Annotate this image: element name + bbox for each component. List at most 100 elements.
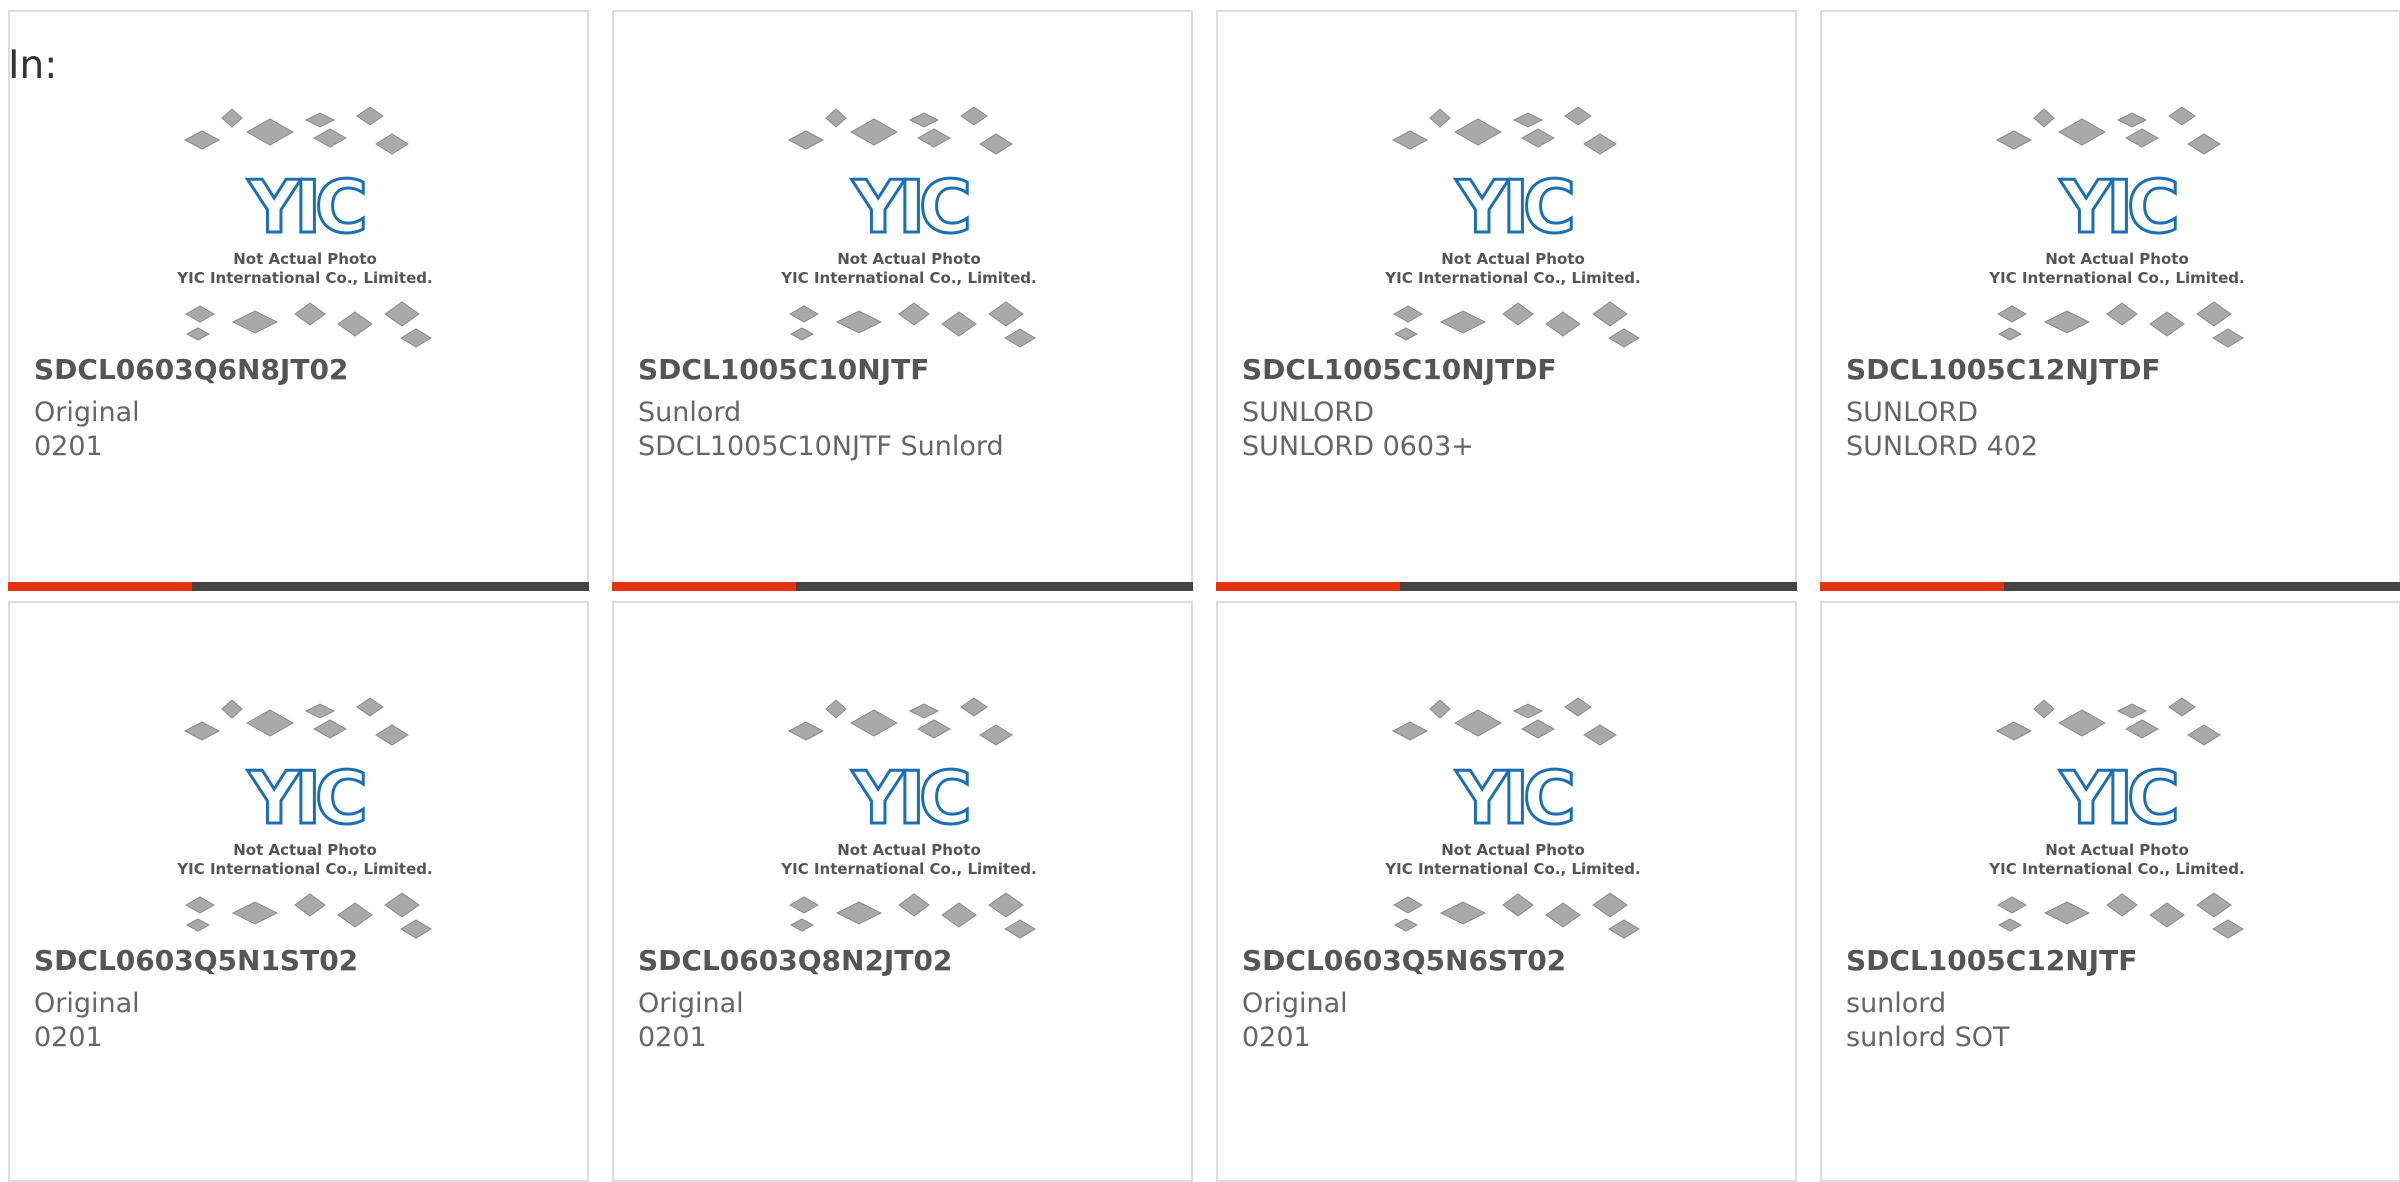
- product-card[interactable]: YIC Not Actual Photo YIC International Co.…: [8, 601, 589, 1182]
- product-card[interactable]: YIC Not Actual Photo YIC International Co.…: [1216, 601, 1797, 1182]
- chip-icon: [1502, 893, 1534, 917]
- chip-icon: [1608, 328, 1640, 348]
- chip-icon: [787, 130, 825, 150]
- chip-icon: [1392, 896, 1424, 914]
- part-number-link[interactable]: SDCL1005C12NJTF: [1846, 943, 2137, 979]
- yic-logo: YIC: [247, 165, 364, 249]
- card-bottom-bar: [1216, 582, 1797, 591]
- placeholder-image-icon: YICNot Actual PhotoYIC International Co.…: [1988, 697, 2245, 939]
- chip-icon: [2106, 302, 2138, 326]
- product-grid: YIC Not Actual Photo YIC International Co.…: [8, 10, 2400, 1182]
- product-thumbnail[interactable]: YIC Not Actual Photo YIC International Co.…: [170, 102, 440, 352]
- package-label: SUNLORD 0603+: [1242, 431, 1474, 462]
- chip-icon: [294, 893, 326, 917]
- chip-icon: [1004, 328, 1036, 348]
- product-card[interactable]: YIC Not Actual Photo YIC International Co.…: [1216, 10, 1797, 591]
- product-card[interactable]: YIC Not Actual Photo YIC International Co.…: [612, 601, 1193, 1182]
- not-actual-photo-caption: Not Actual Photo: [1441, 841, 1585, 859]
- chip-icon: [185, 918, 211, 932]
- chip-icon: [1439, 901, 1487, 925]
- placeholder-image-icon: YICNot Actual PhotoYIC International Co.…: [1384, 106, 1641, 348]
- chip-icon: [183, 721, 221, 741]
- card-accent-bar: [8, 582, 192, 591]
- part-number-link[interactable]: SDCL0603Q6N8JT02: [34, 352, 348, 388]
- package-label: 0201: [1242, 1022, 1311, 1053]
- chip-icon: [1996, 896, 2028, 914]
- placeholder-image-icon: YICNot Actual PhotoYIC International Co.…: [176, 106, 433, 348]
- not-actual-photo-caption: Not Actual Photo: [837, 250, 981, 268]
- chip-icon: [400, 919, 432, 939]
- card-accent-bar: [612, 582, 796, 591]
- manufacturer-label: Sunlord: [638, 397, 742, 428]
- chip-icon: [1004, 919, 1036, 939]
- product-thumbnail[interactable]: YIC Not Actual Photo YIC International Co.…: [170, 693, 440, 943]
- chip-icon: [356, 106, 384, 126]
- chip-icon: [2116, 112, 2148, 128]
- chip-icon: [304, 112, 336, 128]
- chip-icon: [1996, 305, 2028, 323]
- not-actual-photo-caption: Not Actual Photo: [2045, 250, 2189, 268]
- yic-logo: YIC: [247, 756, 364, 840]
- part-number-link[interactable]: SDCL0603Q8N2JT02: [638, 943, 952, 979]
- manufacturer-label: SUNLORD: [1242, 397, 1374, 428]
- chip-icon: [231, 310, 279, 334]
- chip-icon: [2043, 310, 2091, 334]
- product-card[interactable]: YIC Not Actual Photo YIC International Co.…: [1820, 10, 2400, 591]
- card-accent-bar: [1820, 582, 2004, 591]
- product-thumbnail[interactable]: YIC Not Actual Photo YIC International Co.…: [1982, 693, 2252, 943]
- part-number-link[interactable]: SDCL0603Q5N6ST02: [1242, 943, 1566, 979]
- chip-icon: [1997, 918, 2023, 932]
- product-thumbnail[interactable]: YIC Not Actual Photo YIC International Co.…: [1378, 693, 1648, 943]
- part-number-link[interactable]: SDCL1005C10NJTDF: [1242, 352, 1557, 388]
- package-label: 0201: [34, 1022, 103, 1053]
- not-actual-photo-caption: Not Actual Photo: [837, 841, 981, 859]
- chip-icon: [988, 301, 1024, 327]
- chip-icon: [1429, 108, 1451, 128]
- yic-logo: YIC: [1455, 165, 1572, 249]
- chip-icon: [1453, 118, 1503, 146]
- manufacturer-label: Original: [34, 397, 140, 428]
- product-thumbnail[interactable]: YIC Not Actual Photo YIC International Co.…: [774, 693, 1044, 943]
- product-thumbnail[interactable]: YIC Not Actual Photo YIC International Co.…: [774, 102, 1044, 352]
- chip-icon: [835, 310, 883, 334]
- chip-icon: [1429, 699, 1451, 719]
- package-label: sunlord SOT: [1846, 1022, 2010, 1053]
- chip-icon: [825, 108, 847, 128]
- chip-icon: [375, 724, 409, 746]
- chip-icon: [979, 724, 1013, 746]
- chip-icon: [231, 901, 279, 925]
- product-thumbnail[interactable]: YIC Not Actual Photo YIC International Co.…: [1982, 102, 2252, 352]
- product-thumbnail[interactable]: YIC Not Actual Photo YIC International Co.…: [1378, 102, 1648, 352]
- product-card[interactable]: YIC Not Actual Photo YIC International Co.…: [1820, 601, 2400, 1182]
- chip-icon: [2212, 919, 2244, 939]
- placeholder-image-icon: YICNot Actual PhotoYIC International Co.…: [1988, 106, 2245, 348]
- part-number-link[interactable]: SDCL1005C10NJTF: [638, 352, 929, 388]
- chip-icon: [908, 703, 940, 719]
- chip-icon: [825, 699, 847, 719]
- placeholder-image-icon: YICNot Actual PhotoYIC International Co.…: [176, 697, 433, 939]
- chip-icon: [1439, 310, 1487, 334]
- company-caption: YIC International Co., Limited.: [1988, 860, 2244, 878]
- company-caption: YIC International Co., Limited.: [1384, 860, 1640, 878]
- chip-icon: [916, 128, 952, 148]
- chip-icon: [916, 719, 952, 739]
- chip-icon: [979, 133, 1013, 155]
- manufacturer-label: Original: [638, 988, 744, 1019]
- chip-icon: [898, 302, 930, 326]
- chip-icon: [184, 305, 216, 323]
- chip-icon: [2187, 133, 2221, 155]
- chip-icon: [356, 697, 384, 717]
- chip-icon: [1583, 133, 1617, 155]
- part-number-link[interactable]: SDCL0603Q5N1ST02: [34, 943, 358, 979]
- chip-icon: [2124, 719, 2160, 739]
- chip-icon: [183, 130, 221, 150]
- chip-icon: [294, 302, 326, 326]
- chip-icon: [304, 703, 336, 719]
- yic-logo: YIC: [851, 756, 968, 840]
- part-number-link[interactable]: SDCL1005C12NJTDF: [1846, 352, 2161, 388]
- product-card[interactable]: YIC Not Actual Photo YIC International Co.…: [8, 10, 589, 591]
- chip-icon: [221, 699, 243, 719]
- chip-icon: [2168, 106, 2196, 126]
- product-card[interactable]: YIC Not Actual Photo YIC International Co.…: [612, 10, 1193, 591]
- manufacturer-label: Original: [34, 988, 140, 1019]
